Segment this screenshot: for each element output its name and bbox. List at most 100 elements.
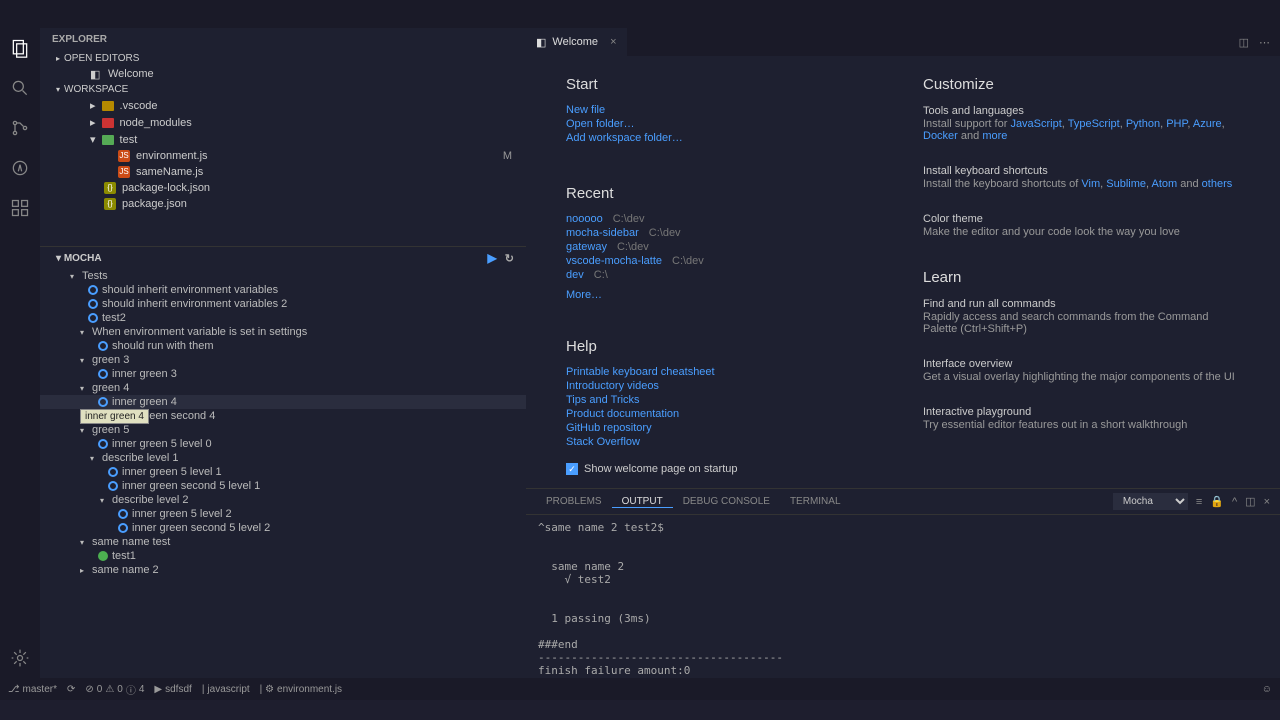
test-group[interactable]: ▸same name 2: [40, 563, 526, 577]
status-dot: [108, 481, 118, 491]
split-icon[interactable]: ◫: [1239, 36, 1249, 49]
mocha-section: ▾ MOCHA ▶ ↻ ▾Tests should inherit enviro…: [40, 246, 526, 577]
test-group[interactable]: ▾same name test: [40, 535, 526, 549]
help-cheatsheet[interactable]: Printable keyboard cheatsheet: [566, 365, 883, 379]
output-channel-select[interactable]: Mocha: [1113, 493, 1188, 510]
tests-root[interactable]: ▾Tests: [40, 269, 526, 283]
git-branch[interactable]: ⎇ master*: [8, 684, 57, 695]
test-item[interactable]: test1: [40, 549, 526, 563]
tools-languages[interactable]: Tools and languages: [923, 105, 1240, 117]
output-content[interactable]: ^same name 2 test2$ same name 2 √ test2 …: [526, 515, 1280, 678]
tab-problems[interactable]: PROBLEMS: [536, 496, 612, 507]
folder-test[interactable]: ▾test: [40, 131, 526, 148]
start-heading: Start: [566, 76, 883, 93]
mocha-title: MOCHA: [64, 253, 102, 264]
extensions-icon[interactable]: [8, 196, 32, 220]
toggle-layout-icon[interactable]: ◫: [1245, 495, 1255, 508]
test-group[interactable]: ▾describe level 1: [40, 451, 526, 465]
close-icon[interactable]: ×: [610, 36, 616, 48]
find-commands[interactable]: Find and run all commands: [923, 298, 1240, 310]
open-folder-link[interactable]: Open folder…: [566, 117, 883, 131]
refresh-icon[interactable]: ↻: [505, 252, 514, 265]
file-package-lock[interactable]: {}package-lock.json: [40, 180, 526, 196]
test-item[interactable]: inner green 4 inner green 4: [40, 395, 526, 409]
help-videos[interactable]: Introductory videos: [566, 379, 883, 393]
color-theme[interactable]: Color theme: [923, 213, 1240, 225]
active-file[interactable]: | ⚙ environment.js: [260, 684, 342, 695]
tree-label: should run with them: [112, 340, 214, 352]
test-item[interactable]: inner green 3: [40, 367, 526, 381]
lock-icon[interactable]: 🔒: [1210, 495, 1224, 508]
search-icon[interactable]: [8, 76, 32, 100]
folder-vscode[interactable]: ▸.vscode: [40, 97, 526, 114]
test-item[interactable]: should inherit environment variables: [40, 283, 526, 297]
folder-icon: [102, 135, 114, 145]
tab-terminal[interactable]: TERMINAL: [780, 496, 851, 507]
test-item[interactable]: inner green second 5 level 1: [40, 479, 526, 493]
run-label[interactable]: ▶ sdfsdf: [154, 684, 191, 695]
help-stack[interactable]: Stack Overflow: [566, 435, 883, 449]
lang-mode[interactable]: | javascript: [202, 684, 250, 695]
recent-item[interactable]: mocha-sidebarC:\dev: [566, 226, 883, 240]
more-icon[interactable]: ⋯: [1259, 36, 1270, 49]
test-item[interactable]: inner green second 5 level 2: [40, 521, 526, 535]
settings-icon[interactable]: [8, 646, 32, 670]
tab-output[interactable]: OUTPUT: [612, 496, 673, 508]
sidebar: EXPLORER ▸OPEN EDITORS ◧Welcome ▾WORKSPA…: [40, 28, 526, 678]
workspace-label: WORKSPACE: [64, 84, 128, 95]
status-dot: [108, 467, 118, 477]
install-keyboard[interactable]: Install keyboard shortcuts: [923, 165, 1240, 177]
test-item[interactable]: inner green 5 level 0: [40, 437, 526, 451]
test-item[interactable]: should inherit environment variables 2: [40, 297, 526, 311]
problems-status[interactable]: ⊘ 0 ⚠ 0 ⓘ 4: [85, 682, 144, 697]
interactive-playground[interactable]: Interactive playground: [923, 406, 1240, 418]
show-welcome-toggle[interactable]: ✓ Show welcome page on startup: [566, 463, 883, 475]
explorer-icon[interactable]: [8, 36, 32, 60]
status-dot: [118, 523, 128, 533]
test-group[interactable]: ▾When environment variable is set in set…: [40, 325, 526, 339]
test-item[interactable]: should run with them: [40, 339, 526, 353]
open-editors-header[interactable]: ▸OPEN EDITORS: [40, 51, 526, 66]
clear-icon[interactable]: ≡: [1196, 496, 1202, 508]
debug-icon[interactable]: [8, 156, 32, 180]
mocha-header[interactable]: ▾ MOCHA ▶ ↻: [40, 247, 526, 269]
recent-item[interactable]: gatewayC:\dev: [566, 240, 883, 254]
test-item[interactable]: test2: [40, 311, 526, 325]
status-dot-passed: [98, 551, 108, 561]
workspace-header[interactable]: ▾WORKSPACE: [40, 82, 526, 97]
recent-item[interactable]: devC:\: [566, 268, 883, 282]
tree-label: inner green 5 level 0: [112, 438, 212, 450]
editor-area: ◧ Welcome × ◫ ⋯ Start New file Open fold…: [526, 28, 1280, 678]
help-tips[interactable]: Tips and Tricks: [566, 393, 883, 407]
maximize-icon[interactable]: ^: [1232, 496, 1237, 508]
interactive-playground-desc: Try essential editor features out in a s…: [923, 418, 1240, 432]
help-docs[interactable]: Product documentation: [566, 407, 883, 421]
sync-icon[interactable]: ⟳: [67, 684, 75, 695]
feedback-icon[interactable]: ☺: [1262, 684, 1272, 695]
test-group[interactable]: ▾green 4: [40, 381, 526, 395]
test-item[interactable]: inner green 5 level 1: [40, 465, 526, 479]
test-group[interactable]: ▾describe level 2: [40, 493, 526, 507]
test-group[interactable]: ▾green 5: [40, 423, 526, 437]
test-group[interactable]: ▾green 3: [40, 353, 526, 367]
help-github[interactable]: GitHub repository: [566, 421, 883, 435]
file-environment-js[interactable]: JSenvironment.jsM: [40, 148, 526, 164]
tab-debug-console[interactable]: DEBUG CONSOLE: [673, 496, 780, 507]
recent-item[interactable]: noooooC:\dev: [566, 212, 883, 226]
more-recent-link[interactable]: More…: [566, 288, 883, 302]
find-commands-desc: Rapidly access and search commands from …: [923, 310, 1240, 336]
tab-bar: ◧ Welcome × ◫ ⋯: [526, 28, 1280, 56]
interface-overview[interactable]: Interface overview: [923, 358, 1240, 370]
file-samename-js[interactable]: JSsameName.js: [40, 164, 526, 180]
folder-node-modules[interactable]: ▸node_modules: [40, 114, 526, 131]
file-package-json[interactable]: {}package.json: [40, 196, 526, 212]
recent-item[interactable]: vscode-mocha-latteC:\dev: [566, 254, 883, 268]
new-file-link[interactable]: New file: [566, 103, 883, 117]
run-all-icon[interactable]: ▶: [488, 251, 497, 265]
open-editor-welcome[interactable]: ◧Welcome: [40, 66, 526, 82]
tab-welcome[interactable]: ◧ Welcome ×: [526, 28, 627, 56]
add-workspace-link[interactable]: Add workspace folder…: [566, 131, 883, 145]
close-panel-icon[interactable]: ×: [1264, 496, 1270, 508]
test-item[interactable]: inner green 5 level 2: [40, 507, 526, 521]
git-icon[interactable]: [8, 116, 32, 140]
